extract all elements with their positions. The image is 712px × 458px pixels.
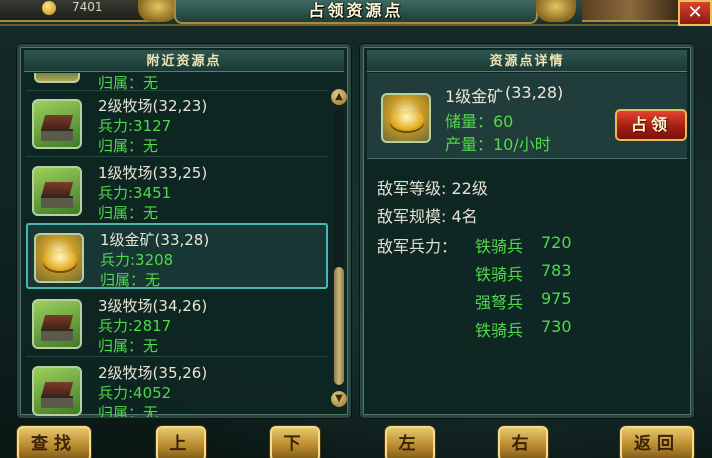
farm-icon bbox=[32, 99, 82, 149]
unit-count: 720 bbox=[541, 233, 572, 252]
list-item-name: 3级牧场(34,26) bbox=[98, 297, 208, 315]
list-item-name: 1级金矿(33,28) bbox=[100, 231, 210, 249]
occupy-button[interactable]: 占领 bbox=[615, 109, 687, 141]
list-item[interactable]: 2级牧场(32,23) 兵力:3127 归属：无 bbox=[26, 91, 328, 157]
unit-count: 783 bbox=[541, 261, 572, 280]
unit-count: 975 bbox=[541, 289, 572, 308]
list-item-partial[interactable]: 归属：无 bbox=[26, 73, 328, 92]
list-item[interactable]: 3级牧场(34,26) 兵力:2817 归属：无 bbox=[26, 291, 328, 357]
currency-display: 7401 bbox=[0, 0, 160, 22]
enemy-scale: 敌军规模: 4名 bbox=[377, 207, 478, 226]
page-title: 占领资源点 bbox=[308, 1, 404, 20]
list-item-troops: 兵力:3208 bbox=[100, 251, 174, 269]
list-item[interactable]: 1级牧场(33,25) 兵力:3451 归属：无 bbox=[26, 158, 328, 224]
find-button[interactable]: 查找 bbox=[17, 426, 91, 458]
back-button[interactable]: 返回 bbox=[620, 426, 694, 458]
resource-detail-panel: 资源点详情 1级金矿 (33,28) 储量：60 产量：10/小时 占领 敌军等… bbox=[360, 44, 694, 418]
nearby-resources-title: 附近资源点 bbox=[146, 54, 222, 69]
farm-icon bbox=[32, 299, 82, 349]
scrollbar-thumb[interactable] bbox=[334, 267, 344, 385]
unit-count: 730 bbox=[541, 317, 572, 336]
list-item-troops: 兵力:2817 bbox=[98, 317, 172, 335]
farm-icon bbox=[32, 166, 82, 216]
resource-detail-header: 资源点详情 bbox=[367, 50, 687, 72]
ornament-right-icon bbox=[536, 0, 576, 22]
list-item-troops: 兵力:3451 bbox=[98, 184, 172, 202]
chevron-down-icon[interactable]: ▼ bbox=[331, 391, 347, 407]
list-item[interactable]: 2级牧场(35,26) 兵力:4052 归属：无 bbox=[26, 358, 328, 417]
nearby-resources-panel: 附近资源点 归属：无 2级牧场(32,23) 兵力:3127 归属：无 1级牧场… bbox=[17, 44, 351, 418]
list-item-troops: 兵力:4052 bbox=[98, 384, 172, 402]
resource-reserve: 储量：60 bbox=[445, 112, 514, 131]
resource-detail-title: 资源点详情 bbox=[489, 54, 565, 69]
farm-icon bbox=[32, 366, 82, 416]
chevron-up-icon[interactable]: ▲ bbox=[331, 89, 347, 105]
list-item-troops: 兵力:3127 bbox=[98, 117, 172, 135]
enemy-troops-label: 敌军兵力： bbox=[377, 237, 458, 256]
list-item-selected[interactable]: 1级金矿(33,28) 兵力:3208 归属：无 bbox=[26, 223, 328, 289]
unit-type: 强弩兵 bbox=[475, 293, 524, 312]
page-up-button[interactable]: 上 bbox=[156, 426, 206, 458]
farm-icon bbox=[34, 73, 80, 83]
close-button[interactable]: ✕ bbox=[678, 0, 712, 26]
nearby-resources-header: 附近资源点 bbox=[24, 50, 344, 72]
enemy-level: 敌军等级: 22级 bbox=[377, 179, 488, 198]
resource-output: 产量：10/小时 bbox=[445, 135, 551, 154]
list-item-name: 1级牧场(33,25) bbox=[98, 164, 208, 182]
list-item-owner: 归属：无 bbox=[100, 271, 161, 289]
resource-name: 1级金矿 bbox=[445, 87, 504, 106]
resource-coords: (33,28) bbox=[505, 83, 564, 102]
scrollbar[interactable]: ▲ ▼ bbox=[330, 87, 348, 417]
list-item-owner: 归属：无 bbox=[98, 337, 159, 355]
ornament-left-icon bbox=[138, 0, 178, 22]
top-right-decoration bbox=[582, 0, 678, 22]
list-item-owner: 归属：无 bbox=[98, 74, 159, 92]
unit-type: 铁骑兵 bbox=[475, 321, 524, 340]
move-right-button[interactable]: 右 bbox=[498, 426, 548, 458]
resource-summary: 1级金矿 (33,28) 储量：60 产量：10/小时 占领 bbox=[367, 73, 687, 159]
list-item-owner: 归属：无 bbox=[98, 137, 159, 155]
move-left-button[interactable]: 左 bbox=[385, 426, 435, 458]
title-plate: 占领资源点 bbox=[174, 0, 538, 24]
list-item-owner: 归属：无 bbox=[98, 404, 159, 417]
unit-type: 铁骑兵 bbox=[475, 237, 524, 256]
resource-list[interactable]: 归属：无 2级牧场(32,23) 兵力:3127 归属：无 1级牧场(33,25… bbox=[24, 73, 328, 417]
list-item-name: 2级牧场(35,26) bbox=[98, 364, 208, 382]
list-item-name: 2级牧场(32,23) bbox=[98, 97, 208, 115]
gold-amount: 7401 bbox=[72, 0, 103, 14]
gold-coin-icon bbox=[42, 1, 56, 15]
list-item-owner: 归属：无 bbox=[98, 204, 159, 222]
gold-mine-icon bbox=[34, 233, 84, 283]
gold-mine-icon bbox=[381, 93, 431, 143]
unit-type: 铁骑兵 bbox=[475, 265, 524, 284]
page-down-button[interactable]: 下 bbox=[270, 426, 320, 458]
